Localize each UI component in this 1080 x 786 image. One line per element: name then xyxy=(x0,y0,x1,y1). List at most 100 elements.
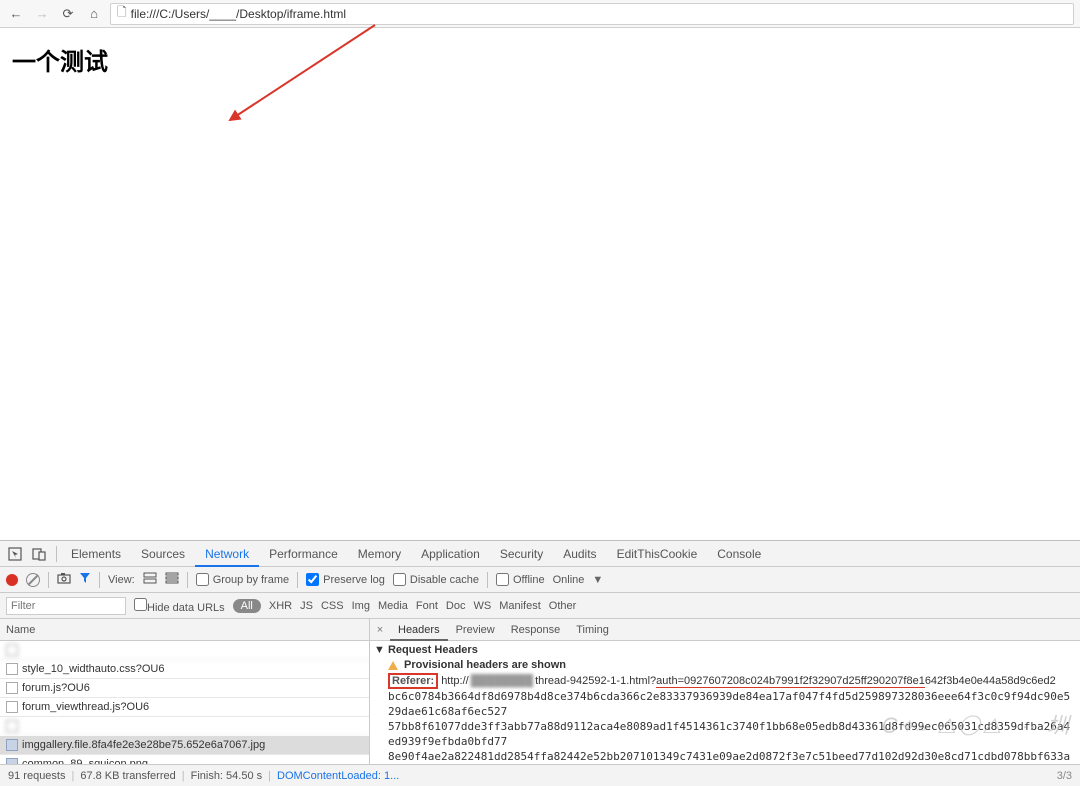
request-name: forum_viewthread.js?OU6 xyxy=(22,701,149,713)
filter-other[interactable]: Other xyxy=(549,600,577,612)
close-detail-icon[interactable]: × xyxy=(370,624,390,636)
separator xyxy=(99,572,100,588)
devtools-body: Name style_10_widthauto.css?OU6 forum.js?… xyxy=(0,619,1080,764)
request-name: common_89_squicon.png xyxy=(22,758,148,764)
status-domcontentloaded: DOMContentLoaded: 1... xyxy=(277,770,399,782)
tab-preview[interactable]: Preview xyxy=(448,619,503,641)
capture-screenshots-icon[interactable] xyxy=(57,572,71,587)
request-name: style_10_widthauto.css?OU6 xyxy=(22,663,164,675)
separator xyxy=(487,572,488,588)
tab-audits[interactable]: Audits xyxy=(553,541,606,567)
network-request-list: Name style_10_widthauto.css?OU6 forum.js?… xyxy=(0,619,370,764)
tab-network[interactable]: Network xyxy=(195,541,259,567)
request-row[interactable]: imggallery.file.8fa4fe2e3e28be75.652e6a7… xyxy=(0,736,369,755)
chevron-down-icon[interactable]: ▼ xyxy=(592,574,603,586)
tab-sources[interactable]: Sources xyxy=(131,541,195,567)
separator xyxy=(48,572,49,588)
filter-doc[interactable]: Doc xyxy=(446,600,466,612)
group-by-frame-checkbox[interactable]: Group by frame xyxy=(196,573,289,586)
filter-js[interactable]: JS xyxy=(300,600,313,612)
separator xyxy=(187,572,188,588)
tab-memory[interactable]: Memory xyxy=(348,541,411,567)
filter-css[interactable]: CSS xyxy=(321,600,344,612)
filter-ws[interactable]: WS xyxy=(473,600,491,612)
url-text: file:///C:/Users/____/Desktop/iframe.htm… xyxy=(131,7,346,21)
status-count: 3/3 xyxy=(1057,770,1072,782)
tab-console[interactable]: Console xyxy=(707,541,771,567)
tab-response[interactable]: Response xyxy=(503,619,569,641)
document-file-icon xyxy=(6,720,18,732)
devtools-panel: Elements Sources Network Performance Mem… xyxy=(0,540,1080,786)
view-small-icon[interactable] xyxy=(165,572,179,587)
view-label: View: xyxy=(108,574,135,586)
url-bar[interactable]: 🗋 file:///C:/Users/____/Desktop/iframe.h… xyxy=(110,3,1074,25)
column-header-name[interactable]: Name xyxy=(0,619,369,641)
watermark: C⌖▵ △◯△ ⋯ 圳 xyxy=(882,708,1072,740)
back-button[interactable]: ← xyxy=(6,4,26,24)
request-row[interactable] xyxy=(0,641,369,660)
request-row[interactable]: forum.js?OU6 xyxy=(0,679,369,698)
tab-security[interactable]: Security xyxy=(490,541,553,567)
separator xyxy=(297,572,298,588)
image-file-icon xyxy=(6,739,18,751)
status-requests: 91 requests xyxy=(8,770,65,782)
status-finish: Finish: 54.50 s xyxy=(191,770,263,782)
offline-checkbox[interactable]: Offline xyxy=(496,573,545,586)
filter-toggle-icon[interactable] xyxy=(79,572,91,587)
device-toggle-icon[interactable] xyxy=(28,543,50,565)
status-transferred: 67.8 KB transferred xyxy=(80,770,175,782)
hex-line: 8e90f4ae2a822481dd2854ffa82442e52bb20710… xyxy=(374,749,1076,764)
headers-body: ▼ Request Headers Provisional headers ar… xyxy=(370,641,1080,764)
tab-editthiscookie[interactable]: EditThisCookie xyxy=(607,541,708,567)
request-name: forum.js?OU6 xyxy=(22,682,90,694)
document-file-icon xyxy=(6,701,18,713)
image-file-icon xyxy=(6,758,18,764)
reload-button[interactable]: ⟳ xyxy=(58,4,78,24)
devtools-tabs: Elements Sources Network Performance Mem… xyxy=(0,541,1080,567)
hide-data-urls-checkbox[interactable]: Hide data URLs xyxy=(134,598,225,614)
detail-tabs: × Headers Preview Response Timing xyxy=(370,619,1080,641)
home-button[interactable]: ⌂ xyxy=(84,4,104,24)
request-row[interactable]: common_89_squicon.png xyxy=(0,755,369,764)
separator xyxy=(56,546,57,562)
throttle-select[interactable]: Online xyxy=(553,574,585,586)
tab-timing[interactable]: Timing xyxy=(568,619,617,641)
network-detail-pane: × Headers Preview Response Timing ▼ Requ… xyxy=(370,619,1080,764)
document-file-icon xyxy=(6,682,18,694)
filter-media[interactable]: Media xyxy=(378,600,408,612)
warn-icon xyxy=(388,661,398,670)
record-button[interactable] xyxy=(6,574,18,586)
referer-key: Referer: xyxy=(388,673,438,689)
filter-input[interactable] xyxy=(6,597,126,615)
network-toolbar: View: Group by frame Preserve log Disabl… xyxy=(0,567,1080,593)
request-row[interactable] xyxy=(0,717,369,736)
filter-img[interactable]: Img xyxy=(352,600,370,612)
network-filterbar: Hide data URLs All XHR JS CSS Img Media … xyxy=(0,593,1080,619)
disable-cache-checkbox[interactable]: Disable cache xyxy=(393,573,479,586)
inspect-icon[interactable] xyxy=(4,543,26,565)
tab-headers[interactable]: Headers xyxy=(390,619,448,641)
page-heading: 一个测试 xyxy=(12,42,1068,77)
tab-application[interactable]: Application xyxy=(411,541,490,567)
page-viewport: 一个测试 xyxy=(0,28,1080,540)
file-icon: 🗋 xyxy=(117,3,127,24)
request-headers-section[interactable]: ▼ Request Headers xyxy=(374,643,1076,658)
header-referer: Referer:http://████████thread-942592-1-1… xyxy=(374,673,1076,689)
filter-all[interactable]: All xyxy=(233,599,261,613)
filter-xhr[interactable]: XHR xyxy=(269,600,292,612)
document-file-icon xyxy=(6,644,18,656)
view-large-icon[interactable] xyxy=(143,572,157,587)
forward-button[interactable]: → xyxy=(32,4,52,24)
filter-font[interactable]: Font xyxy=(416,600,438,612)
filter-manifest[interactable]: Manifest xyxy=(499,600,541,612)
clear-button[interactable] xyxy=(26,573,40,587)
tab-elements[interactable]: Elements xyxy=(61,541,131,567)
request-name: imggallery.file.8fa4fe2e3e28be75.652e6a7… xyxy=(22,739,265,751)
browser-toolbar: ← → ⟳ ⌂ 🗋 file:///C:/Users/____/Desktop/… xyxy=(0,0,1080,28)
preserve-log-checkbox[interactable]: Preserve log xyxy=(306,573,385,586)
request-row[interactable]: forum_viewthread.js?OU6 xyxy=(0,698,369,717)
request-row[interactable]: style_10_widthauto.css?OU6 xyxy=(0,660,369,679)
tab-performance[interactable]: Performance xyxy=(259,541,348,567)
document-file-icon xyxy=(6,663,18,675)
provisional-warning: Provisional headers are shown xyxy=(374,658,1076,673)
